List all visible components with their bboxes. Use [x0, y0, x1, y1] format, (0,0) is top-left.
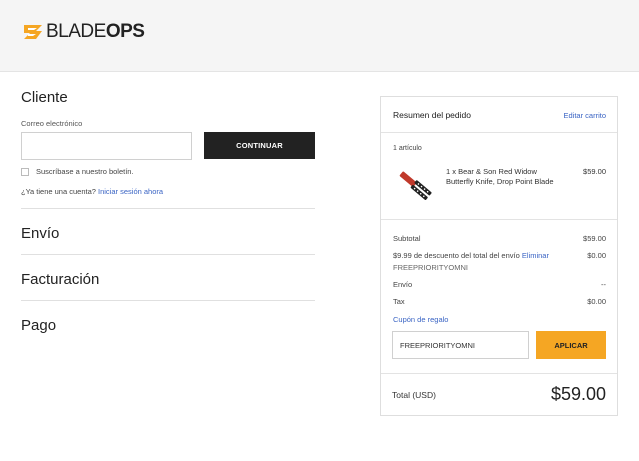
billing-section-title[interactable]: Facturación	[21, 271, 99, 288]
product-price: $59.00	[583, 167, 606, 176]
section-divider	[21, 300, 315, 301]
newsletter-option[interactable]: Suscríbase a nuestro boletín.	[21, 167, 134, 176]
tax-value: $0.00	[587, 297, 606, 306]
total-value: $59.00	[550, 384, 606, 404]
shipping-label: Envío	[393, 280, 413, 289]
site-header: BLADEOPS	[0, 0, 639, 72]
newsletter-checkbox[interactable]	[21, 167, 29, 176]
items-count: 1 artículo	[393, 145, 422, 152]
logo-text-light: BLADE	[46, 21, 106, 42]
total-label: Total (USD)	[392, 390, 436, 400]
discount-value: $0.00	[587, 251, 606, 260]
applied-coupon-code: FREEPRIORITYOMNI	[393, 263, 469, 272]
order-summary: Resumen del pedido Editar carrito 1 artí…	[380, 96, 618, 416]
logo-mark-icon	[24, 25, 42, 39]
email-input[interactable]	[21, 132, 192, 160]
tax-label: Tax	[393, 297, 405, 306]
account-prompt: ¿Ya tiene una cuenta? Iniciar sesión aho…	[21, 187, 163, 196]
order-summary-title: Resumen del pedido	[393, 110, 471, 120]
butterfly-knife-image	[399, 171, 432, 200]
discount-label: $9.99 de descuento del total del envío	[393, 251, 520, 260]
logo-text-bold: OPS	[105, 21, 145, 42]
email-label: Correo electrónico	[21, 119, 83, 128]
section-divider	[21, 208, 315, 209]
customer-section-title: Cliente	[21, 89, 68, 106]
gift-coupon-link[interactable]: Cupón de regalo	[393, 315, 448, 324]
account-question: ¿Ya tiene una cuenta?	[21, 187, 96, 196]
apply-coupon-button[interactable]: APLICAR	[536, 331, 606, 359]
order-summary-header: Resumen del pedido Editar carrito	[381, 97, 617, 133]
subtotal-label: Subtotal	[393, 234, 421, 243]
newsletter-label: Suscríbase a nuestro boletín.	[36, 167, 134, 176]
summary-divider	[381, 373, 617, 374]
bladeops-logo[interactable]: BLADEOPS	[22, 21, 145, 43]
discount-row: $9.99 de descuento del total del envío E…	[393, 251, 549, 260]
coupon-input[interactable]	[392, 331, 529, 359]
edit-cart-link[interactable]: Editar carrito	[563, 111, 606, 120]
continue-button[interactable]: CONTINUAR	[204, 132, 315, 159]
remove-discount-link[interactable]: Eliminar	[522, 251, 549, 260]
login-link[interactable]: Iniciar sesión ahora	[98, 187, 163, 196]
shipping-value: --	[601, 280, 606, 289]
payment-section-title[interactable]: Pago	[21, 317, 56, 334]
shipping-section-title[interactable]: Envío	[21, 225, 59, 242]
subtotal-value: $59.00	[583, 234, 606, 243]
section-divider	[21, 254, 315, 255]
logo-wordmark: BLADEOPS	[46, 21, 145, 43]
product-name: 1 x Bear & Son Red Widow Butterfly Knife…	[446, 167, 554, 186]
summary-divider	[381, 219, 617, 220]
